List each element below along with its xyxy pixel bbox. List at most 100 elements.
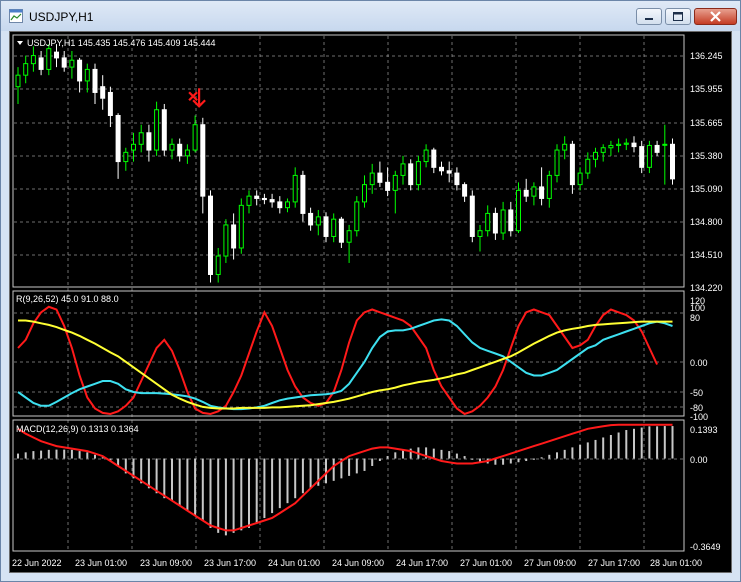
candlestick-series <box>15 44 675 283</box>
price-axis-label: 135.955 <box>690 84 723 94</box>
candle-body <box>362 184 367 203</box>
time-axis-label: 22 Jun 2022 <box>12 558 62 568</box>
rvi-pane-label: R(9,26,52) 45.0 91.0 88.0 <box>16 294 119 304</box>
rvi-axis: 120 100 80 0.00 -50 -80 -100 <box>690 296 708 422</box>
chart-window-icon <box>9 9 23 23</box>
candle-body <box>146 132 152 151</box>
rvi-indicator <box>17 305 673 416</box>
rvi-axis-label: 0.00 <box>690 358 708 368</box>
rvi-yellow-line <box>18 319 673 410</box>
macd-indicator <box>17 423 674 536</box>
candle-body <box>346 230 352 243</box>
candle-body <box>223 224 229 257</box>
candle-body <box>138 132 144 145</box>
price-axis-label: 135.090 <box>690 184 723 194</box>
rvi-axis-label: -100 <box>690 412 708 422</box>
title-bar[interactable]: USDJPY,H1 <box>1 1 740 31</box>
price-axis-label: 134.220 <box>690 283 723 293</box>
rvi-cyan-line <box>17 318 673 411</box>
rvi-axis-label: -50 <box>690 388 703 398</box>
time-axis-label: 23 Jun 01:00 <box>75 558 127 568</box>
candle-body <box>315 216 321 226</box>
candle-body <box>200 124 206 197</box>
candle-body <box>100 86 106 99</box>
candle-body <box>531 186 537 197</box>
candle-body <box>454 172 460 186</box>
candle-body <box>654 144 660 153</box>
time-axis-label: 27 Jun 17:00 <box>588 558 640 568</box>
candle-body <box>54 51 59 59</box>
price-pane-label: USDJPY,H1 145.435 145.476 145.409 145.44… <box>27 38 216 48</box>
rvi-axis-label: 80 <box>690 313 700 323</box>
candle-body <box>231 224 237 249</box>
maximize-button[interactable] <box>665 8 691 25</box>
candle-body <box>631 142 637 148</box>
candle-body <box>477 230 483 237</box>
candle-body <box>400 163 406 176</box>
candle-body <box>215 255 221 275</box>
macd-pane-border <box>12 419 685 552</box>
candle-body <box>462 184 468 197</box>
price-axis: 136.245 135.955 135.665 135.380 135.090 … <box>690 51 723 293</box>
candle-body <box>92 68 98 93</box>
candle-body <box>577 172 583 186</box>
candle-body <box>377 172 383 183</box>
price-axis-label: 134.800 <box>690 217 723 227</box>
candle-body <box>323 216 329 237</box>
minimize-button[interactable] <box>636 8 662 25</box>
candle-body <box>238 204 244 249</box>
candle-body <box>639 146 645 168</box>
candle-body <box>208 195 213 275</box>
time-axis-label: 23 Jun 17:00 <box>204 558 256 568</box>
price-axis-label: 135.665 <box>690 118 723 128</box>
candle-body <box>354 201 360 232</box>
candle-body <box>423 149 429 163</box>
macd-signal-line <box>17 423 673 532</box>
time-axis: 22 Jun 2022 23 Jun 01:00 23 Jun 09:00 23… <box>12 558 702 568</box>
chart-window: USDJPY,H1 USDJPY,H1 145.435 145.476 145.… <box>0 0 741 582</box>
candle-body <box>254 195 260 199</box>
candle-body <box>277 201 283 209</box>
candle-body <box>446 170 452 174</box>
candle-body <box>308 212 314 226</box>
candle-body <box>539 186 545 199</box>
chart-canvas[interactable]: USDJPY,H1 145.435 145.476 145.409 145.44… <box>10 32 731 572</box>
candle-body <box>30 55 36 65</box>
candle-body <box>269 199 275 203</box>
price-axis-label: 135.380 <box>690 151 723 161</box>
candle-body <box>408 163 414 186</box>
price-axis-label: 136.245 <box>690 51 723 61</box>
candle-body <box>600 147 606 153</box>
candle-body <box>616 143 622 146</box>
macd-axis-label: 0.1393 <box>690 425 718 435</box>
candle-body <box>415 161 421 186</box>
time-axis-label: 23 Jun 09:00 <box>140 558 192 568</box>
minimize-icon <box>645 18 653 20</box>
chart-area[interactable]: USDJPY,H1 145.435 145.476 145.409 145.44… <box>9 31 732 573</box>
candle-body <box>369 172 375 186</box>
candle-body <box>77 59 83 82</box>
candle-body <box>69 59 75 68</box>
candle-body <box>15 74 21 88</box>
macd-axis-label: -0.3649 <box>690 542 721 552</box>
candle-body <box>554 149 560 176</box>
candle-body <box>107 91 113 116</box>
candle-body <box>516 189 521 232</box>
sell-arrow-annotation <box>188 88 206 108</box>
window-title: USDJPY,H1 <box>29 10 94 24</box>
candle-body <box>508 209 514 232</box>
triangle-down-icon[interactable] <box>17 41 23 45</box>
candle-body <box>161 109 167 151</box>
candle-body <box>192 124 198 151</box>
candle-body <box>131 143 136 151</box>
rvi-red-line <box>17 305 659 416</box>
candle-body <box>246 195 252 206</box>
candle-body <box>23 63 29 76</box>
time-axis-label: 27 Jun 01:00 <box>460 558 512 568</box>
candle-body <box>492 212 498 234</box>
candle-body <box>292 174 298 203</box>
close-icon <box>710 11 721 22</box>
close-button[interactable] <box>694 8 737 25</box>
candle-body <box>469 195 475 237</box>
candle-body <box>184 149 190 157</box>
